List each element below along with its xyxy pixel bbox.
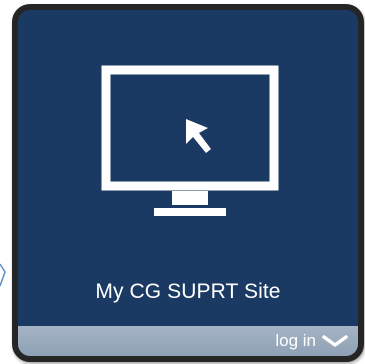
login-button[interactable]: log in xyxy=(18,326,358,356)
edge-fragment xyxy=(0,263,6,287)
page: My CG SUPRT Site log in xyxy=(0,0,365,364)
site-tile[interactable]: My CG SUPRT Site log in xyxy=(12,4,364,362)
monitor-with-cursor-icon xyxy=(101,65,279,216)
chevron-down-icon xyxy=(322,335,348,347)
site-title: My CG SUPRT Site xyxy=(95,280,281,303)
login-label: log in xyxy=(275,331,316,350)
